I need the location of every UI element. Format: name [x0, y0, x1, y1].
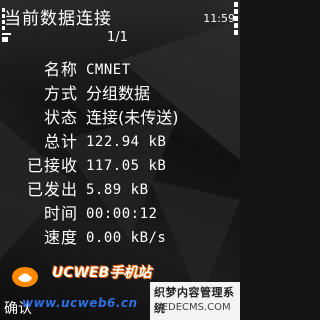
detail-value: 117.05 kB [86, 158, 167, 174]
watermark-url: www.ucweb6.cn [22, 296, 138, 310]
detail-label: 方式 [43, 84, 78, 103]
dedecms-watermark: 织梦内容管理系统 DEDECMS.COM [150, 282, 240, 320]
detail-row-status: 状态 连接(未传送) [0, 106, 240, 130]
ucweb-watermark: UCWEB手机站 [10, 262, 160, 288]
ucweb-watermark-text: UCWEB手机站 [52, 265, 152, 281]
detail-label: 已发出 [26, 180, 78, 199]
detail-value: CMNET [86, 62, 131, 78]
detail-value: 00:00:12 [86, 206, 158, 222]
detail-value: 0.00 kB/s [86, 230, 167, 246]
detail-label: 状态 [43, 108, 78, 127]
detail-label: 总计 [43, 132, 78, 151]
detail-row-total: 总计 122.94 kB [0, 130, 240, 154]
detail-row-received: 已接收 117.05 kB [0, 154, 240, 178]
detail-value: 连接(未传送) [86, 108, 179, 127]
detail-row-duration: 时间 00:00:12 [0, 202, 240, 226]
detail-label: 速度 [43, 228, 78, 247]
detail-value: 分组数据 [86, 84, 151, 103]
detail-label: 已接收 [26, 156, 78, 175]
connection-details-list: 名称 CMNET 方式 分组数据 状态 连接(未传送) 总计 122.94 kB… [0, 58, 240, 250]
detail-row-name: 名称 CMNET [0, 58, 240, 82]
status-clock: 11:59 [203, 12, 235, 25]
dedecms-watermark-url: DEDECMS.COM [154, 302, 231, 313]
page-title: 当前数据连接 [4, 9, 112, 29]
page-indicator: 1/1 [107, 30, 128, 45]
detail-value: 122.94 kB [86, 134, 167, 150]
detail-row-method: 方式 分组数据 [0, 82, 240, 106]
detail-row-speed: 速度 0.00 kB/s [0, 226, 240, 250]
detail-label: 时间 [43, 204, 78, 223]
detail-label: 名称 [43, 60, 78, 79]
detail-value: 5.89 kB [86, 182, 149, 198]
detail-row-sent: 已发出 5.89 kB [0, 178, 240, 202]
